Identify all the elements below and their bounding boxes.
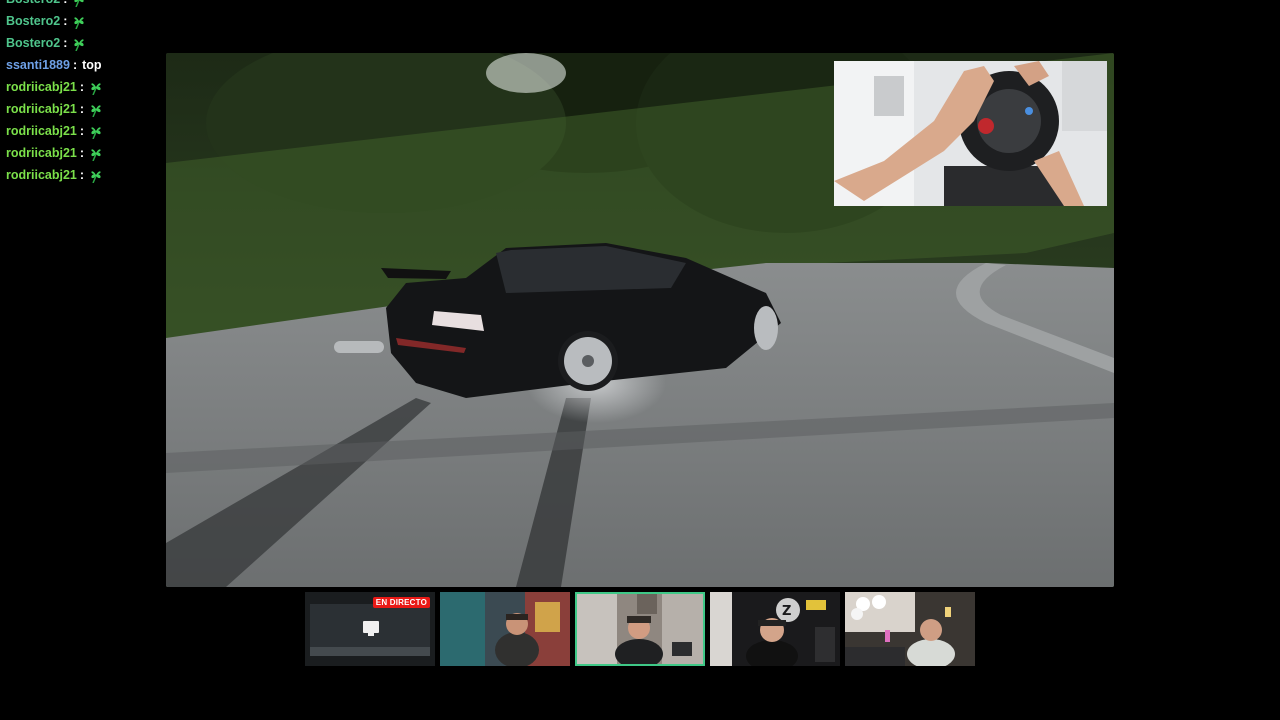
chat-separator: : bbox=[63, 14, 68, 28]
chat-username: Bostero2 bbox=[6, 14, 61, 28]
chat-message: rodriicabj21 : bbox=[6, 98, 166, 120]
four-leaf-clover-emote bbox=[72, 13, 86, 30]
chat-username: rodriicabj21 bbox=[6, 102, 77, 116]
chat-separator: : bbox=[79, 124, 85, 138]
chat-username: rodriicabj21 bbox=[6, 80, 77, 94]
chat-username: rodriicabj21 bbox=[6, 168, 77, 182]
thumbnail-image: Z bbox=[710, 592, 840, 666]
stream-thumbnail-gameplay[interactable]: EN DIRECTO bbox=[305, 592, 435, 666]
stream-thumbnail-streamer-1[interactable] bbox=[440, 592, 570, 666]
chat-separator: : bbox=[79, 102, 85, 116]
stream-layout: Bostero2 : Bostero2 : Bostero2 : ssanti1… bbox=[0, 0, 1280, 720]
four-leaf-clover-emote bbox=[72, 35, 86, 52]
four-leaf-clover-emote bbox=[89, 123, 103, 140]
svg-text:Z: Z bbox=[782, 604, 791, 619]
live-badge: EN DIRECTO bbox=[372, 597, 430, 608]
chat-message: Bostero2 : bbox=[6, 0, 166, 10]
chat-username: Bostero2 bbox=[6, 0, 60, 10]
thumbnail-image bbox=[845, 592, 975, 666]
stream-thumbnail-streamer-3[interactable]: Z bbox=[710, 592, 840, 666]
chat-separator: : bbox=[79, 168, 85, 182]
chat-username: rodriicabj21 bbox=[6, 146, 77, 160]
chat-separator: : bbox=[79, 146, 85, 160]
chat-message: Bostero2 : bbox=[6, 10, 166, 32]
wheel-cam-overlay bbox=[834, 61, 1107, 206]
chat-message: Bostero2 : bbox=[6, 32, 166, 54]
chat-message: rodriicabj21 : bbox=[6, 164, 166, 186]
four-leaf-clover-emote bbox=[89, 101, 103, 118]
chat-message: rodriicabj21 : bbox=[6, 142, 166, 164]
steering-wheel-cam bbox=[834, 61, 1107, 206]
stream-thumbnail-streamer-4[interactable] bbox=[845, 592, 975, 666]
chat-username: rodriicabj21 bbox=[6, 124, 77, 138]
four-leaf-clover-emote bbox=[89, 145, 103, 162]
chat-separator: : bbox=[72, 58, 78, 72]
chat-overlay: Bostero2 : Bostero2 : Bostero2 : ssanti1… bbox=[6, 0, 166, 186]
thumbnail-image bbox=[577, 594, 703, 664]
four-leaf-clover-emote bbox=[89, 79, 103, 96]
stream-thumbnail-streamer-2[interactable] bbox=[575, 592, 705, 666]
chat-username: ssanti1889 bbox=[6, 58, 70, 72]
chat-message: rodriicabj21 : bbox=[6, 76, 166, 98]
chat-username: Bostero2 bbox=[6, 36, 61, 50]
chat-message: rodriicabj21 : bbox=[6, 120, 166, 142]
chat-separator: : bbox=[79, 80, 85, 94]
chat-separator: : bbox=[63, 36, 68, 50]
four-leaf-clover-emote bbox=[89, 167, 103, 184]
chat-text: top bbox=[82, 58, 102, 72]
thumbnail-image bbox=[440, 592, 570, 666]
chat-message: ssanti1889 : top bbox=[6, 54, 166, 76]
four-leaf-clover-emote bbox=[72, 0, 86, 8]
chat-separator: : bbox=[63, 0, 67, 10]
